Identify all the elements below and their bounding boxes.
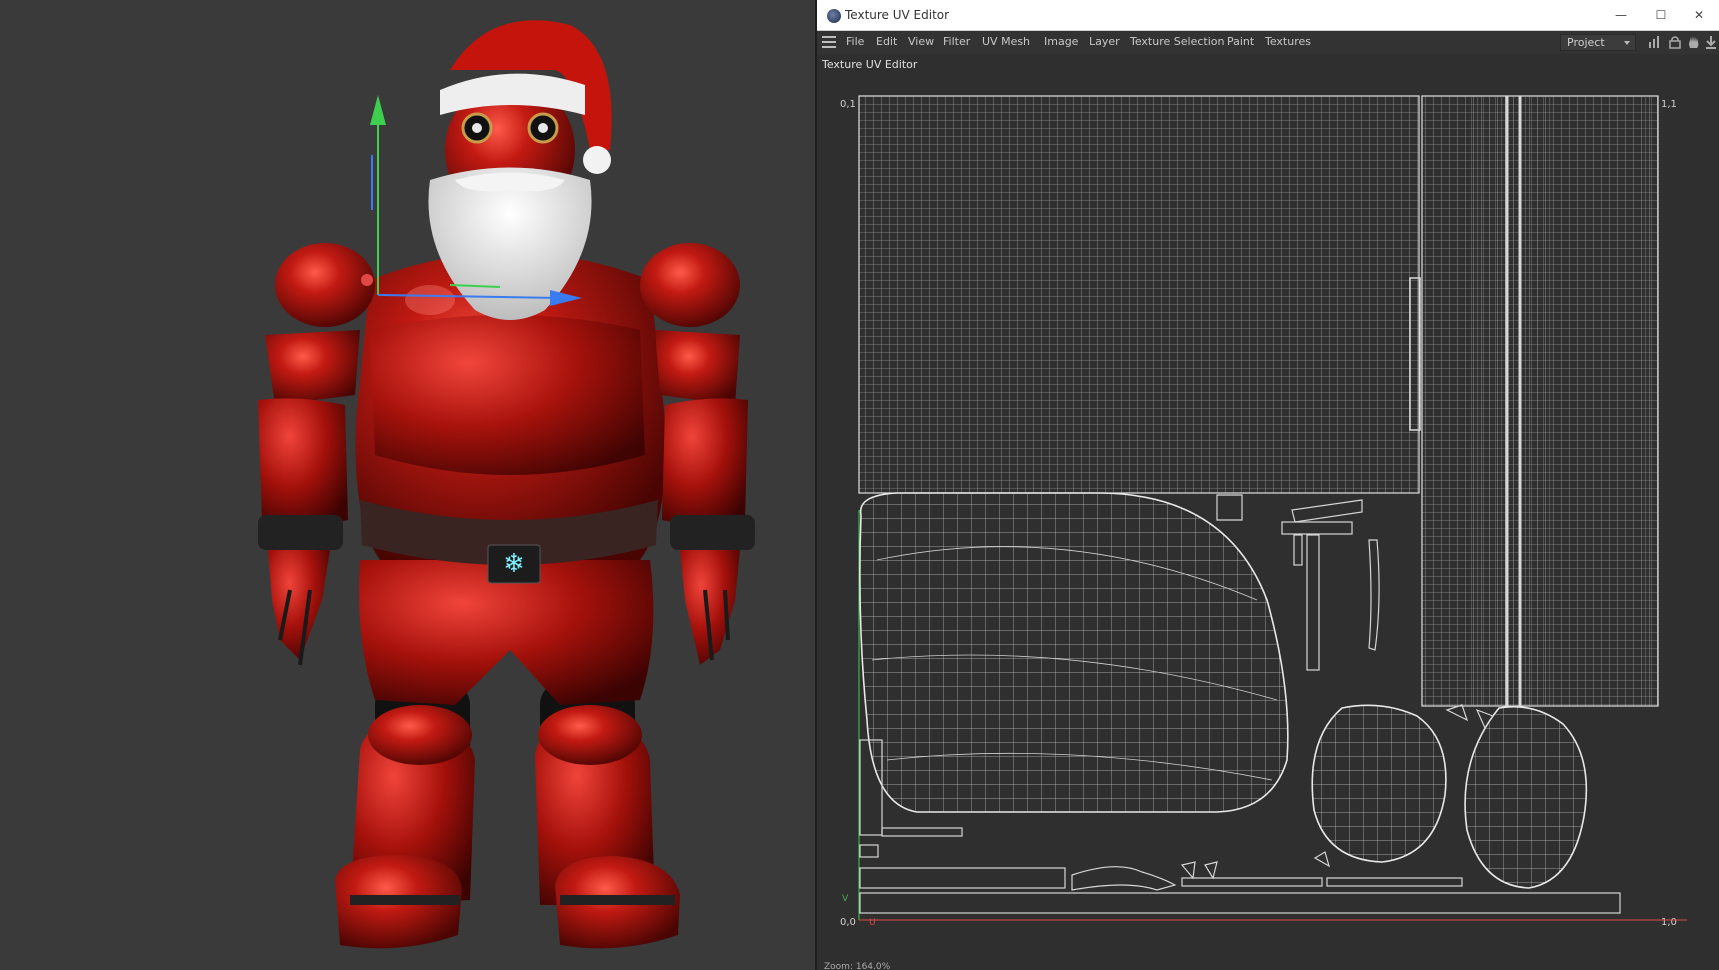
uv-island-belly[interactable] xyxy=(857,490,1297,820)
zoom-status: Zoom: 164.0% xyxy=(824,962,891,970)
uv-island-column-dense xyxy=(1467,96,1552,706)
uv-canvas[interactable] xyxy=(817,0,1719,960)
3d-viewport[interactable]: ❄ xyxy=(0,0,815,970)
uv-island-torso[interactable] xyxy=(858,95,1420,494)
viewport-scene: ❄ xyxy=(258,20,755,949)
svg-text:❄: ❄ xyxy=(503,549,525,579)
texture-uv-editor-window: Texture UV Editor — ☐ ✕ File Edit View F… xyxy=(817,0,1719,970)
app-root: ❄ Texture UV Editor — ☐ ✕ File Edit View… xyxy=(0,0,1719,970)
uv-island-round-left[interactable] xyxy=(1307,700,1452,870)
uv-island-round-right[interactable] xyxy=(1457,700,1592,890)
right-leg xyxy=(535,680,680,949)
left-leg xyxy=(335,680,475,949)
